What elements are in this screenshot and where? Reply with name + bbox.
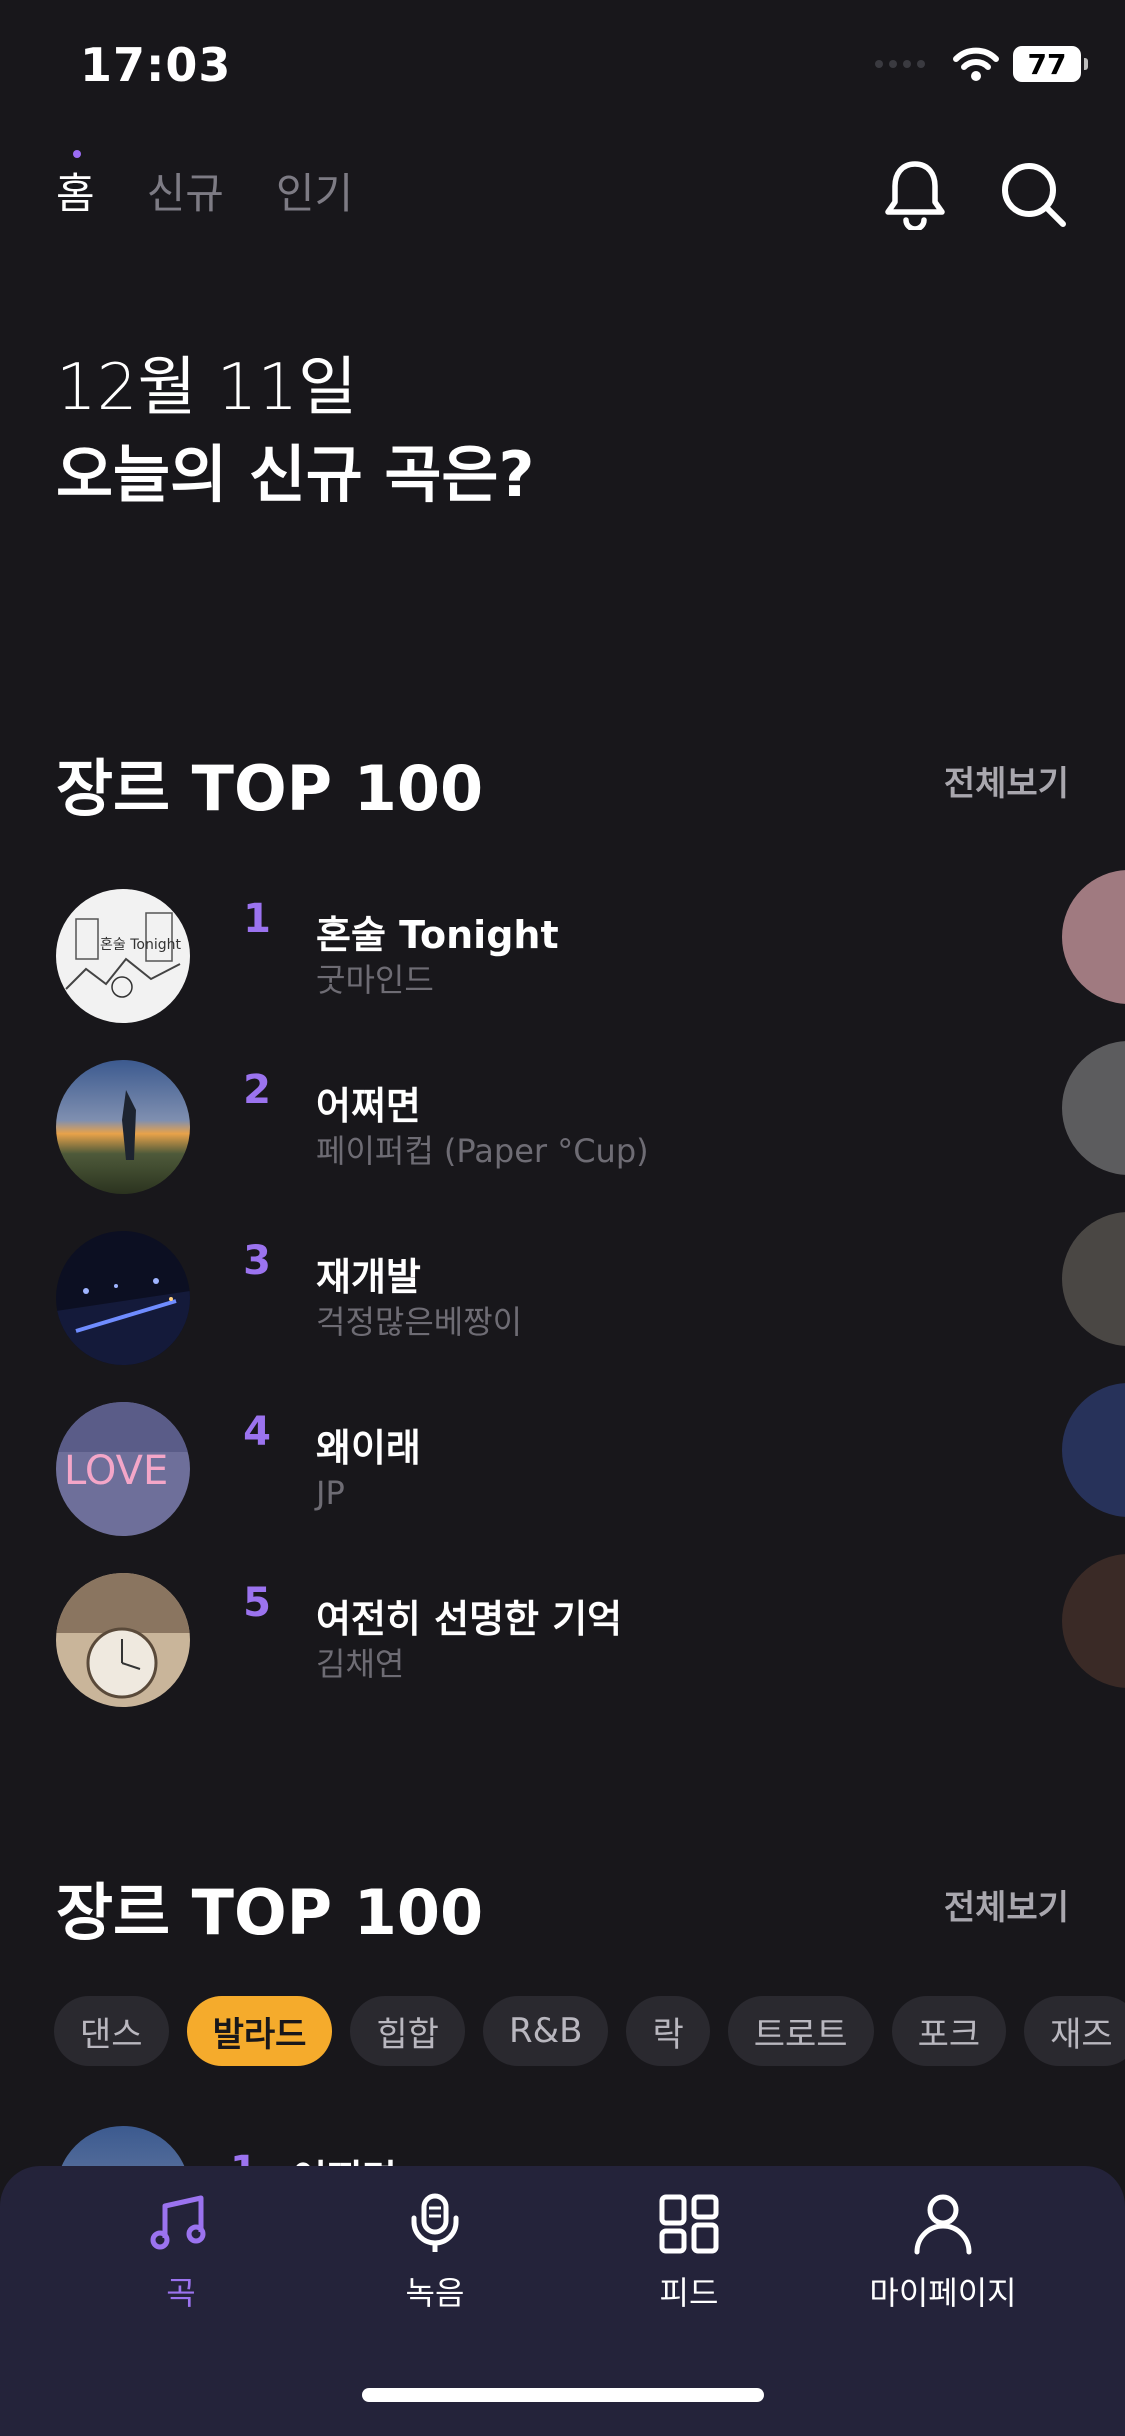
bottom-tab-feed[interactable]: 피드 (562, 2192, 816, 2314)
rank-number: 3 (243, 1238, 271, 1284)
chart-row[interactable]: LOVE 4 왜이래 JP (56, 1383, 1056, 1554)
rank-number: 5 (243, 1580, 271, 1626)
tab-home[interactable]: 홈 (56, 150, 95, 221)
svg-text:혼술 Tonight: 혼술 Tonight (100, 937, 181, 953)
album-cover-peek[interactable] (1062, 1554, 1125, 1688)
rank-number: 2 (243, 1067, 271, 1113)
chart-row[interactable]: 3 재개발 걱정많은베짱이 (56, 1212, 1056, 1383)
genre-chip-jazz[interactable]: 재즈 (1024, 1996, 1125, 2066)
song-artist: 페이퍼컵 (Paper °Cup) (316, 1131, 649, 1170)
song-info: 여전히 선명한 기억 김채연 (316, 1595, 622, 1685)
tab-new[interactable]: 신규 (147, 160, 224, 221)
grid-icon (657, 2192, 721, 2256)
genre-chip-rock[interactable]: 락 (626, 1996, 710, 2066)
home-indicator[interactable] (362, 2388, 764, 2402)
rank-number: 1 (243, 896, 271, 942)
date-label: 12월 11일 (56, 351, 357, 425)
bottom-tab-label: 마이페이지 (869, 2274, 1017, 2312)
bottom-tabs: 곡 녹음 피드 마이페이지 (0, 2192, 1125, 2314)
bottom-tab-mypage[interactable]: 마이페이지 (816, 2192, 1070, 2314)
album-cover: 혼술 Tonight (56, 888, 190, 1023)
search-icon (1002, 163, 1066, 227)
top-actions (879, 158, 1069, 230)
wifi-icon (953, 47, 999, 81)
song-artist: JP (316, 1473, 345, 1512)
genre-chip-trot[interactable]: 트로트 (727, 1996, 874, 2066)
see-all-button[interactable]: 전체보기 (944, 1880, 1069, 1929)
song-info: 왜이래 JP (316, 1424, 421, 1514)
genre-chart-list: 혼술 Tonight 1 혼술 Tonight 굿마인드 2 어쩌면 페이퍼컵 … (56, 870, 1056, 1725)
music-note-icon (149, 2192, 213, 2256)
chart-row[interactable]: 5 여전히 선명한 기억 김채연 (56, 1554, 1056, 1725)
chart-row[interactable]: 혼술 Tonight 1 혼술 Tonight 굿마인드 (56, 870, 1056, 1041)
tab-popular[interactable]: 인기 (276, 160, 353, 221)
bottom-tab-label: 피드 (659, 2274, 719, 2312)
genre-chip-hiphop[interactable]: 힙합 (350, 1996, 465, 2066)
album-cover (56, 1230, 190, 1365)
section-title-genre-top: 장르 TOP 100 (56, 752, 484, 825)
chart-row[interactable]: 2 어쩌면 페이퍼컵 (Paper °Cup) (56, 1041, 1056, 1212)
album-cover (56, 1572, 190, 1707)
app-screen: 17:03 77 홈 신규 인기 12월 11일 오늘의 신규 곡은? 장르 T… (0, 0, 1125, 2436)
bottom-tab-label: 곡 (166, 2274, 196, 2312)
album-cover-peek[interactable] (1062, 1212, 1125, 1346)
active-tab-dot (73, 150, 81, 158)
song-title: 혼술 Tonight (316, 912, 559, 957)
song-title: 어쩌면 (316, 1083, 421, 1128)
svg-text:LOVE: LOVE (64, 1448, 168, 1494)
page-headline: 오늘의 신규 곡은? (56, 438, 535, 511)
album-cover-peek[interactable] (1062, 1383, 1125, 1517)
bottom-tab-songs[interactable]: 곡 (54, 2192, 308, 2314)
song-artist: 걱정많은베짱이 (316, 1302, 523, 1341)
status-bar: 17:03 77 (0, 0, 1125, 140)
song-info: 재개발 걱정많은베짱이 (316, 1253, 522, 1343)
song-artist: 굿마인드 (316, 960, 434, 999)
song-artist: 김채연 (316, 1644, 405, 1683)
song-title: 여전히 선명한 기억 (316, 1596, 623, 1641)
genre-chip-dance[interactable]: 댄스 (54, 1996, 169, 2066)
album-cover-peek[interactable] (1062, 870, 1125, 1004)
bottom-tab-label: 녹음 (405, 2274, 465, 2312)
notification-button[interactable] (879, 158, 951, 230)
signal-icon (875, 60, 925, 68)
song-info: 어쩌면 페이퍼컵 (Paper °Cup) (316, 1082, 649, 1172)
song-info: 혼술 Tonight 굿마인드 (316, 911, 559, 1001)
status-time: 17:03 (80, 38, 232, 92)
search-button[interactable] (997, 158, 1069, 230)
genre-chips: 댄스 발라드 힙합 R&B 락 트로트 포크 재즈 (54, 1996, 1125, 2066)
person-icon (911, 2192, 975, 2256)
rank-number: 4 (243, 1409, 271, 1455)
song-title: 왜이래 (316, 1425, 421, 1470)
genre-chip-rnb[interactable]: R&B (482, 1996, 609, 2066)
bottom-tab-record[interactable]: 녹음 (308, 2192, 562, 2314)
tab-new-label: 신규 (146, 169, 224, 218)
battery-icon: 77 (1013, 46, 1088, 82)
tab-home-label: 홈 (56, 169, 95, 218)
genre-chip-folk[interactable]: 포크 (891, 1996, 1007, 2066)
album-cover (56, 1059, 190, 1194)
album-cover-peek[interactable] (1062, 1041, 1125, 1175)
tab-popular-label: 인기 (275, 169, 354, 218)
top-tabs: 홈 신규 인기 (56, 150, 353, 221)
microphone-icon (403, 2192, 467, 2256)
song-title: 재개발 (316, 1254, 421, 1299)
status-icons: 77 (875, 46, 1088, 82)
see-all-button[interactable]: 전체보기 (944, 756, 1069, 805)
bell-icon (885, 161, 945, 230)
section-title-genre-top-2: 장르 TOP 100 (56, 1876, 484, 1949)
genre-chip-ballad[interactable]: 발라드 (186, 1996, 333, 2066)
album-cover: LOVE (56, 1401, 190, 1536)
